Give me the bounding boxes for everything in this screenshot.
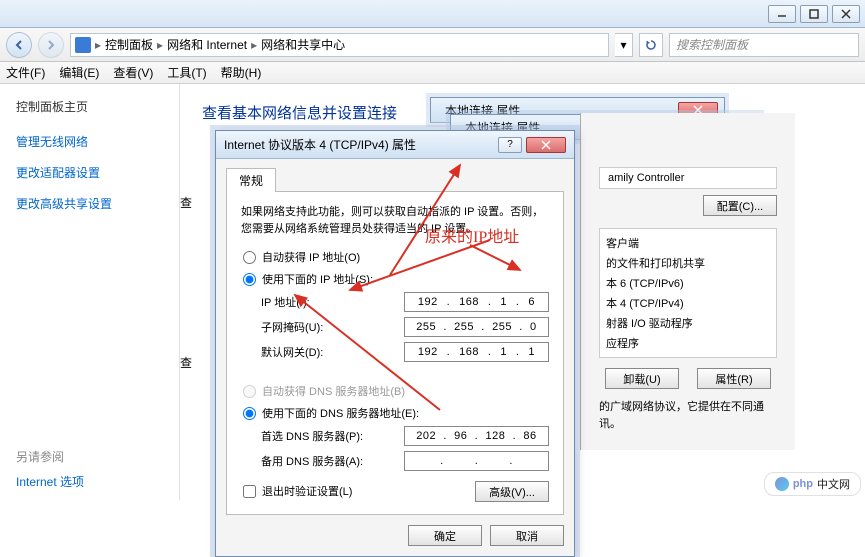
breadcrumb-dropdown[interactable]: ▾ xyxy=(615,33,633,57)
radio-auto-ip[interactable]: 自动获得 IP 地址(O) xyxy=(243,249,549,265)
input-dns-secondary[interactable]: ... xyxy=(404,451,549,471)
menu-edit[interactable]: 编辑(E) xyxy=(59,64,99,81)
nav-forward-button[interactable] xyxy=(38,32,64,58)
nav-back-button[interactable] xyxy=(6,32,32,58)
list-item[interactable]: 本 6 (TCP/IPv6) xyxy=(606,273,770,293)
breadcrumb-item[interactable]: 网络和共享中心 xyxy=(261,36,345,53)
search-placeholder: 搜索控制面板 xyxy=(676,36,748,53)
radio-label: 使用下面的 DNS 服务器地址(E): xyxy=(262,405,419,421)
uninstall-button[interactable]: 卸载(U) xyxy=(605,368,679,389)
menu-view[interactable]: 查看(V) xyxy=(113,64,153,81)
close-button[interactable] xyxy=(526,137,566,153)
list-item[interactable]: 本 4 (TCP/IPv4) xyxy=(606,293,770,313)
adapter-name-text: amily Controller xyxy=(608,172,684,184)
advanced-button[interactable]: 高级(V)... xyxy=(475,481,549,502)
search-input[interactable]: 搜索控制面板 xyxy=(669,33,859,57)
radio-label: 使用下面的 IP 地址(S): xyxy=(262,271,373,287)
control-panel-icon xyxy=(75,37,91,53)
protocol-description: 的广域网络协议，它提供在不同通讯。 xyxy=(599,399,777,432)
sidebar-see-also-label: 另请参阅 xyxy=(16,450,64,464)
chevron-right-icon: ▸ xyxy=(95,38,101,52)
ok-button[interactable]: 确定 xyxy=(408,525,482,546)
label-dns-primary: 首选 DNS 服务器(P): xyxy=(261,428,363,444)
menu-bar: 文件(F) 编辑(E) 查看(V) 工具(T) 帮助(H) xyxy=(0,62,865,84)
watermark-text: 中文网 xyxy=(817,476,850,492)
sidebar-home[interactable]: 控制面板主页 xyxy=(16,98,163,115)
input-default-gateway[interactable]: 192.168.1.1 xyxy=(404,342,549,362)
list-item[interactable]: 客户端 xyxy=(606,233,770,253)
menu-help[interactable]: 帮助(H) xyxy=(221,64,262,81)
radio-manual-ip[interactable]: 使用下面的 IP 地址(S): xyxy=(243,271,549,287)
input-subnet-mask[interactable]: 255.255.255.0 xyxy=(404,317,549,337)
watermark: php 中文网 xyxy=(764,472,861,496)
properties-button[interactable]: 属性(R) xyxy=(697,368,771,389)
radio-label: 自动获得 IP 地址(O) xyxy=(262,249,360,265)
cancel-button[interactable]: 取消 xyxy=(490,525,564,546)
sidebar-link-adapter[interactable]: 更改适配器设置 xyxy=(16,164,163,181)
chevron-right-icon: ▸ xyxy=(251,38,257,52)
close-button[interactable] xyxy=(832,5,860,23)
dialog-title-text: Internet 协议版本 4 (TCP/IPv4) 属性 xyxy=(224,136,416,153)
window-titlebar xyxy=(0,0,865,28)
label-subnet: 子网掩码(U): xyxy=(261,319,323,335)
list-item[interactable]: 应程序 xyxy=(606,333,770,353)
label-dns-secondary: 备用 DNS 服务器(A): xyxy=(261,453,363,469)
radio-auto-dns: 自动获得 DNS 服务器地址(B) xyxy=(243,383,549,399)
list-item[interactable]: 射器 I/O 驱动程序 xyxy=(606,313,770,333)
chevron-right-icon: ▸ xyxy=(157,38,163,52)
radio-manual-dns[interactable]: 使用下面的 DNS 服务器地址(E): xyxy=(243,405,549,421)
tab-general[interactable]: 常规 xyxy=(226,168,276,192)
checkbox-label: 退出时验证设置(L) xyxy=(262,483,352,499)
sidebar-link-internet-options[interactable]: Internet 选项 xyxy=(16,473,84,490)
protocol-list[interactable]: 客户端 的文件和打印机共享 本 6 (TCP/IPv6) 本 4 (TCP/IP… xyxy=(599,228,777,358)
maximize-button[interactable] xyxy=(800,5,828,23)
logo-icon xyxy=(775,477,789,491)
watermark-prefix: php xyxy=(793,478,813,490)
label-gateway: 默认网关(D): xyxy=(261,344,323,360)
dialog-description: 如果网络支持此功能，则可以获取自动指派的 IP 设置。否则，您需要从网络系统管理… xyxy=(241,204,549,237)
refresh-button[interactable] xyxy=(639,33,663,57)
minimize-button[interactable] xyxy=(768,5,796,23)
breadcrumb-item[interactable]: 控制面板 xyxy=(105,36,153,53)
list-item[interactable]: 的文件和打印机共享 xyxy=(606,253,770,273)
adapter-name-box: amily Controller xyxy=(599,167,777,189)
configure-button[interactable]: 配置(C)... xyxy=(703,195,777,216)
sidebar-footer: 另请参阅 Internet 选项 xyxy=(16,448,84,490)
cut-text: 查 xyxy=(180,194,192,211)
adapter-properties-panel: amily Controller 配置(C)... 客户端 的文件和打印机共享 … xyxy=(580,113,795,450)
menu-file[interactable]: 文件(F) xyxy=(6,64,45,81)
help-button[interactable]: ? xyxy=(498,137,522,153)
ipv4-properties-dialog: Internet 协议版本 4 (TCP/IPv4) 属性 ? 常规 如果网络支… xyxy=(215,130,575,557)
input-dns-primary[interactable]: 202.96.128.86 xyxy=(404,426,549,446)
label-ip-address: IP 地址(I): xyxy=(261,294,310,310)
sidebar-link-sharing[interactable]: 更改高级共享设置 xyxy=(16,195,163,212)
breadcrumb-item[interactable]: 网络和 Internet xyxy=(167,36,247,53)
menu-tools[interactable]: 工具(T) xyxy=(167,64,206,81)
nav-bar: ▸ 控制面板 ▸ 网络和 Internet ▸ 网络和共享中心 ▾ 搜索控制面板 xyxy=(0,28,865,62)
sidebar: 控制面板主页 管理无线网络 更改适配器设置 更改高级共享设置 另请参阅 Inte… xyxy=(0,84,180,500)
dialog-titlebar[interactable]: Internet 协议版本 4 (TCP/IPv4) 属性 ? xyxy=(216,131,574,159)
cut-text: 查 xyxy=(180,354,192,371)
tab-panel-general: 如果网络支持此功能，则可以获取自动指派的 IP 设置。否则，您需要从网络系统管理… xyxy=(226,191,564,515)
radio-label: 自动获得 DNS 服务器地址(B) xyxy=(262,383,405,399)
input-ip-address[interactable]: 192.168.1.6 xyxy=(404,292,549,312)
sidebar-link-wireless[interactable]: 管理无线网络 xyxy=(16,133,163,150)
breadcrumb[interactable]: ▸ 控制面板 ▸ 网络和 Internet ▸ 网络和共享中心 xyxy=(70,33,609,57)
